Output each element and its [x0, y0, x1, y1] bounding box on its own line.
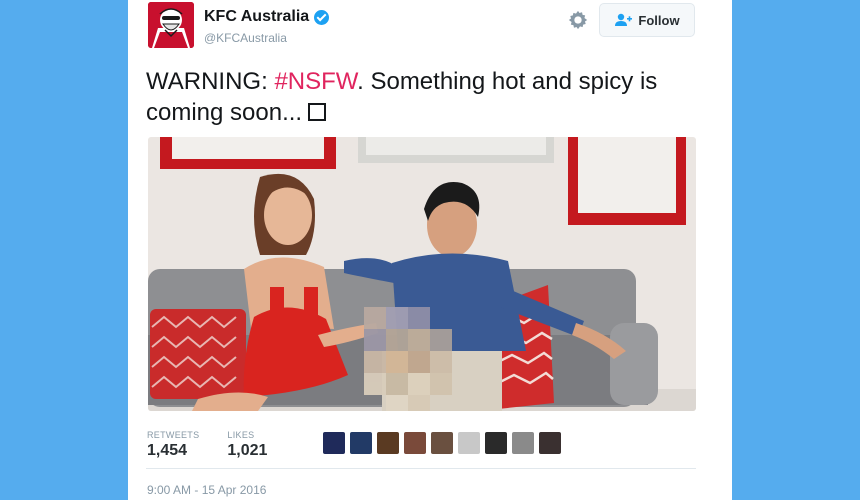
tweet-card: KFC Australia @KFCAustralia Follow WARNI…	[128, 0, 732, 500]
retweets-stat[interactable]: RETWEETS 1,454	[147, 430, 199, 460]
follow-button-label: Follow	[638, 12, 680, 28]
liker-avatar[interactable]	[431, 432, 453, 454]
liker-avatar[interactable]	[512, 432, 534, 454]
retweets-label: RETWEETS	[147, 430, 200, 440]
liker-avatar[interactable]	[485, 432, 507, 454]
verified-badge-icon	[314, 9, 330, 25]
tweet-text-prefix: WARNING:	[146, 68, 275, 95]
add-person-icon	[615, 13, 633, 26]
tweet-photo[interactable]	[148, 137, 696, 411]
couch-photo-illustration	[148, 137, 696, 411]
likes-stat[interactable]: LIKES 1,021	[227, 430, 267, 460]
liker-avatars	[323, 432, 566, 454]
kfc-colonel-logo-icon	[148, 2, 194, 48]
liker-avatar[interactable]	[350, 432, 372, 454]
gear-icon[interactable]	[567, 9, 589, 31]
liker-avatar[interactable]	[539, 432, 561, 454]
liker-avatar[interactable]	[323, 432, 345, 454]
tweet-timestamp[interactable]: 9:00 AM - 15 Apr 2016	[147, 483, 266, 497]
liker-avatar[interactable]	[404, 432, 426, 454]
tweet-text: WARNING: #NSFW. Something hot and spicy …	[146, 66, 706, 128]
author-name-row: KFC Australia	[204, 8, 330, 26]
follow-button[interactable]: Follow	[599, 3, 695, 37]
hashtag-link[interactable]: #NSFW	[274, 68, 357, 95]
tweet-stats: RETWEETS 1,454 LIKES 1,021	[147, 430, 295, 460]
author-avatar[interactable]	[148, 2, 194, 48]
author-display-name[interactable]: KFC Australia	[204, 8, 309, 26]
likes-count: 1,021	[227, 442, 268, 459]
liker-avatar[interactable]	[458, 432, 480, 454]
liker-avatar[interactable]	[377, 432, 399, 454]
author-handle[interactable]: @KFCAustralia	[204, 31, 287, 45]
missing-glyph-icon	[308, 103, 327, 121]
likes-label: LIKES	[227, 430, 255, 440]
stats-divider	[146, 468, 696, 469]
retweets-count: 1,454	[147, 442, 188, 459]
